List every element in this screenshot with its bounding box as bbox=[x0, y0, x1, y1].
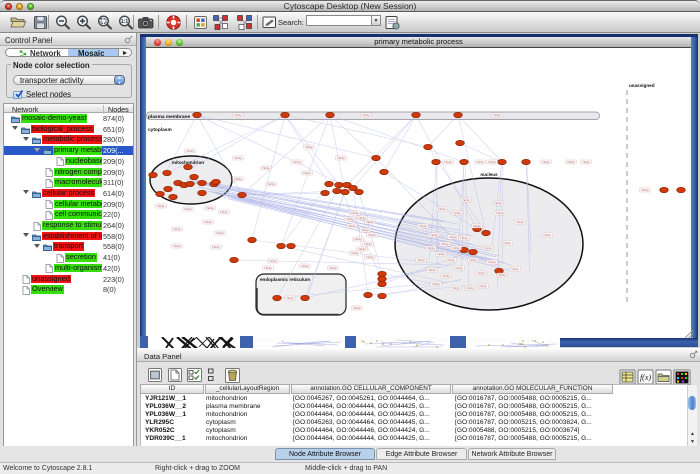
svg-text:Yab1p: Yab1p bbox=[460, 236, 469, 240]
svg-text:Yab1p: Yab1p bbox=[469, 258, 478, 262]
svg-text:unassigned: unassigned bbox=[629, 83, 655, 88]
svg-text:Yab1p: Yab1p bbox=[234, 177, 243, 181]
svg-text:Yab1p: Yab1p bbox=[494, 201, 503, 205]
svg-text:Yab1p: Yab1p bbox=[366, 255, 375, 259]
svg-text:Yab1p: Yab1p bbox=[438, 207, 447, 211]
svg-text:Yab1p: Yab1p bbox=[496, 211, 505, 215]
svg-text:Yab1p: Yab1p bbox=[511, 267, 520, 271]
svg-text:Yab1p: Yab1p bbox=[220, 210, 229, 214]
svg-text:Yab1p: Yab1p bbox=[473, 224, 482, 228]
svg-text:endoplasmic reticulum: endoplasmic reticulum bbox=[260, 277, 310, 282]
svg-text:Yab1p: Yab1p bbox=[476, 160, 485, 164]
svg-text:Yab1p: Yab1p bbox=[346, 217, 355, 221]
svg-text:Yab1p: Yab1p bbox=[269, 259, 278, 263]
svg-text:Yab1p: Yab1p bbox=[444, 160, 453, 164]
svg-text:Yab1p: Yab1p bbox=[543, 233, 552, 237]
svg-text:Yab1p: Yab1p bbox=[479, 284, 488, 288]
svg-text:Yab1p: Yab1p bbox=[351, 251, 360, 255]
svg-text:Yab1p: Yab1p bbox=[206, 206, 215, 210]
svg-text:Yab1p: Yab1p bbox=[234, 156, 243, 160]
svg-text:Yab1p: Yab1p bbox=[447, 258, 456, 262]
svg-text:Yab1p: Yab1p bbox=[362, 113, 371, 117]
svg-text:Yab1p: Yab1p bbox=[477, 271, 486, 275]
svg-text:Yab1p: Yab1p bbox=[204, 220, 213, 224]
svg-text:Yab1p: Yab1p bbox=[234, 113, 243, 117]
svg-text:Yab1p: Yab1p bbox=[293, 160, 302, 164]
svg-text:Yab1p: Yab1p bbox=[453, 211, 462, 215]
svg-text:plasma membrane: plasma membrane bbox=[148, 114, 190, 120]
svg-text:Yab1p: Yab1p bbox=[173, 227, 182, 231]
svg-text:Yab1p: Yab1p bbox=[216, 231, 225, 235]
svg-text:Yab1p: Yab1p bbox=[488, 160, 497, 164]
svg-text:Yab1p: Yab1p bbox=[455, 266, 464, 270]
svg-text:Yab1p: Yab1p bbox=[452, 246, 461, 250]
svg-text:Yab1p: Yab1p bbox=[286, 296, 295, 300]
svg-text:Yab1p: Yab1p bbox=[173, 244, 182, 248]
svg-text:Yab1p: Yab1p bbox=[582, 160, 591, 164]
svg-text:Yab1p: Yab1p bbox=[452, 286, 461, 290]
svg-text:Yab1p: Yab1p bbox=[442, 274, 451, 278]
svg-text:Yab1p: Yab1p bbox=[303, 171, 312, 175]
svg-text:Yab1p: Yab1p bbox=[542, 160, 551, 164]
svg-text:Yab1p: Yab1p bbox=[305, 145, 314, 149]
svg-text:Yab1p: Yab1p bbox=[567, 160, 576, 164]
svg-text:Yab1p: Yab1p bbox=[267, 182, 276, 186]
svg-text:Yab1p: Yab1p bbox=[368, 233, 377, 237]
svg-text:Yab1p: Yab1p bbox=[488, 260, 497, 264]
svg-text:Yab1p: Yab1p bbox=[428, 268, 437, 272]
svg-text:Yab1p: Yab1p bbox=[212, 245, 221, 249]
svg-text:Yab1p: Yab1p bbox=[503, 241, 512, 245]
svg-text:Yab1p: Yab1p bbox=[301, 264, 310, 268]
svg-text:Yab1p: Yab1p bbox=[641, 188, 650, 192]
svg-text:Yab1p: Yab1p bbox=[417, 258, 426, 262]
svg-text:Yab1p: Yab1p bbox=[184, 207, 193, 211]
svg-text:Yab1p: Yab1p bbox=[462, 198, 471, 202]
svg-text:f(x): f(x) bbox=[640, 373, 651, 382]
svg-text:Yab1p: Yab1p bbox=[427, 246, 436, 250]
svg-text:Yab1p: Yab1p bbox=[186, 149, 195, 153]
svg-text:Yab1p: Yab1p bbox=[264, 266, 273, 270]
svg-text:Yab1p: Yab1p bbox=[366, 220, 375, 224]
svg-text:Yab1p: Yab1p bbox=[430, 233, 439, 237]
svg-text:Yab1p: Yab1p bbox=[516, 220, 525, 224]
svg-text:Yab1p: Yab1p bbox=[329, 266, 338, 270]
svg-text:Yab1p: Yab1p bbox=[351, 211, 360, 215]
svg-text:Yab1p: Yab1p bbox=[437, 252, 446, 256]
svg-text:Yab1p: Yab1p bbox=[466, 286, 475, 290]
svg-text:Yab1p: Yab1p bbox=[358, 247, 367, 251]
svg-text:Yab1p: Yab1p bbox=[262, 166, 271, 170]
svg-text:Yab1p: Yab1p bbox=[498, 273, 507, 277]
svg-text:Yab1p: Yab1p bbox=[493, 113, 502, 117]
svg-text:Yab1p: Yab1p bbox=[354, 237, 363, 241]
svg-text:Yab1p: Yab1p bbox=[361, 228, 370, 232]
svg-text:Yab1p: Yab1p bbox=[337, 156, 346, 160]
svg-text:Yab1p: Yab1p bbox=[484, 246, 493, 250]
svg-text:Yab1p: Yab1p bbox=[348, 224, 357, 228]
svg-text:Yab1p: Yab1p bbox=[157, 204, 166, 208]
svg-text:Yab1p: Yab1p bbox=[441, 242, 450, 246]
svg-text:1:1: 1:1 bbox=[121, 19, 128, 25]
svg-text:Yab1p: Yab1p bbox=[432, 282, 441, 286]
svg-text:cytoplasm: cytoplasm bbox=[148, 127, 172, 133]
svg-text:Yab1p: Yab1p bbox=[353, 306, 362, 310]
svg-text:nucleus: nucleus bbox=[480, 172, 498, 177]
svg-text:Yab1p: Yab1p bbox=[449, 235, 458, 239]
svg-text:Yab1p: Yab1p bbox=[419, 224, 428, 228]
svg-text:Yab1p: Yab1p bbox=[364, 242, 373, 246]
